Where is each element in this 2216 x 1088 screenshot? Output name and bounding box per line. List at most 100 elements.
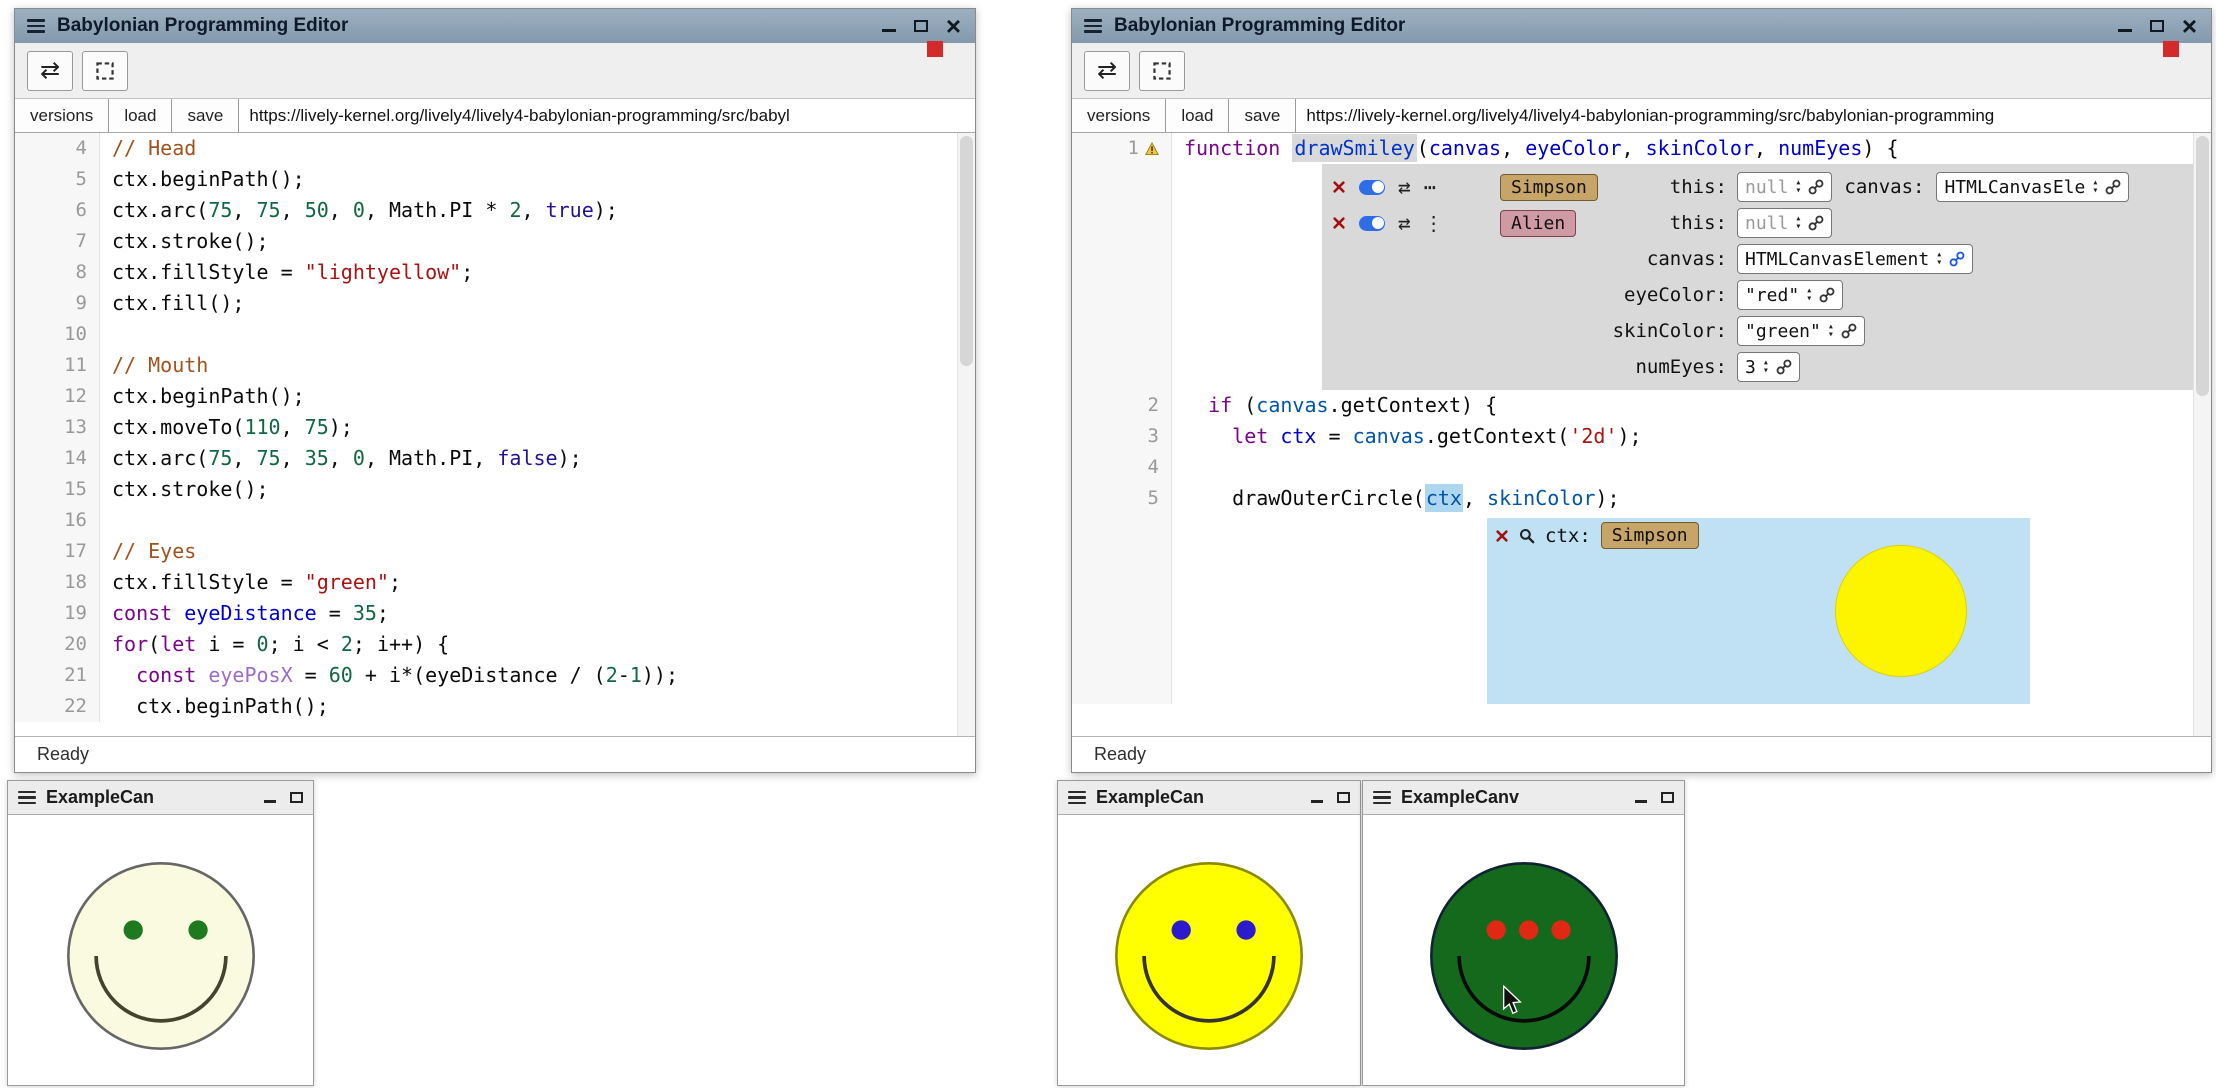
code-text[interactable] <box>100 505 975 536</box>
scrollbar-thumb[interactable] <box>960 136 973 366</box>
vertical-scrollbar[interactable] <box>2193 133 2211 736</box>
code-line[interactable]: 9ctx.fill(); <box>15 288 975 319</box>
code-text[interactable]: function drawSmiley(canvas, eyeColor, sk… <box>1172 133 2211 164</box>
minimize-button[interactable] <box>1311 800 1323 803</box>
window-menu-icon[interactable] <box>18 791 36 805</box>
code-text[interactable]: // Head <box>100 133 975 164</box>
chain-icon[interactable] <box>2105 179 2121 195</box>
stepper-icon[interactable]: ▴▾ <box>1795 215 1801 231</box>
code-text[interactable]: for(let i = 0; i < 2; i++) { <box>100 629 975 660</box>
probe-toggle[interactable] <box>1359 216 1385 231</box>
stepper-icon[interactable]: ▴▾ <box>1936 251 1942 267</box>
code-line[interactable]: 12ctx.beginPath(); <box>15 381 975 412</box>
code-line[interactable]: 8ctx.fillStyle = "lightyellow"; <box>15 257 975 288</box>
minimize-button[interactable] <box>2118 29 2132 32</box>
frame-selection-button[interactable] <box>82 51 128 91</box>
load-button[interactable]: load <box>1166 99 1229 132</box>
probe-swap-icon[interactable]: ⇄ <box>1398 175 1411 199</box>
example-badge-alien[interactable]: Alien <box>1500 210 1576 237</box>
chain-icon[interactable] <box>1776 359 1792 375</box>
code-text[interactable]: ctx.fillStyle = "green"; <box>100 567 975 598</box>
maximize-button[interactable] <box>290 792 303 803</box>
close-button[interactable]: × <box>946 16 961 36</box>
titlebar[interactable]: ExampleCanv <box>1363 781 1684 815</box>
minimize-button[interactable] <box>264 800 276 803</box>
maximize-button[interactable] <box>1661 792 1674 803</box>
code-editor[interactable]: 1function drawSmiley(canvas, eyeColor, s… <box>1072 133 2211 736</box>
stepper-icon[interactable]: ▴▾ <box>1806 287 1812 303</box>
window-menu-icon[interactable] <box>1373 791 1391 805</box>
minimize-button[interactable] <box>882 29 896 32</box>
code-line[interactable]: 14ctx.arc(75, 75, 35, 0, Math.PI, false)… <box>15 443 975 474</box>
code-text[interactable]: drawOuterCircle(ctx, skinColor); <box>1172 483 2211 514</box>
code-line[interactable]: 5 drawOuterCircle(ctx, skinColor); <box>1072 483 2211 514</box>
example-badge-simpson[interactable]: Simpson <box>1500 174 1598 201</box>
canvas-probe-preview[interactable]: ctx: Simpson <box>1487 518 2030 704</box>
code-text[interactable]: // Mouth <box>100 350 975 381</box>
chain-icon-active[interactable] <box>1949 251 1965 267</box>
code-line[interactable]: 15ctx.stroke(); <box>15 474 975 505</box>
code-line[interactable]: 20for(let i = 0; i < 2; i++) { <box>15 629 975 660</box>
swap-probes-button[interactable]: ⇄ <box>1084 51 1130 91</box>
probe-delete-icon[interactable] <box>1332 180 1346 194</box>
vertical-scrollbar[interactable] <box>957 133 975 736</box>
chain-icon[interactable] <box>1819 287 1835 303</box>
code-text[interactable]: let ctx = canvas.getContext('2d'); <box>1172 421 2211 452</box>
code-text[interactable]: const eyeDistance = 35; <box>100 598 975 629</box>
probe-toggle[interactable] <box>1359 180 1385 195</box>
code-line[interactable]: 22 ctx.beginPath(); <box>15 691 975 722</box>
code-line[interactable]: 1function drawSmiley(canvas, eyeColor, s… <box>1072 133 2211 164</box>
load-button[interactable]: load <box>109 99 172 132</box>
probe-value-this[interactable]: null ▴▾ <box>1737 208 1832 238</box>
swap-probes-button[interactable]: ⇄ <box>27 51 73 91</box>
url-input[interactable] <box>239 99 975 132</box>
titlebar[interactable]: Babylonian Programming Editor × <box>15 9 975 43</box>
code-line[interactable]: 3 let ctx = canvas.getContext('2d'); <box>1072 421 2211 452</box>
maximize-button[interactable] <box>1337 792 1350 803</box>
code-line[interactable]: 19const eyeDistance = 35; <box>15 598 975 629</box>
versions-button[interactable]: versions <box>15 99 109 132</box>
chain-icon[interactable] <box>1808 179 1824 195</box>
probe-delete-icon[interactable] <box>1332 216 1346 230</box>
probe-value-this[interactable]: null ▴▾ <box>1737 172 1832 202</box>
chain-icon[interactable] <box>1841 323 1857 339</box>
code-line[interactable]: 11// Mouth <box>15 350 975 381</box>
url-input[interactable] <box>1296 99 2211 132</box>
stepper-icon[interactable]: ▴▾ <box>1795 179 1801 195</box>
close-button[interactable]: × <box>2182 16 2197 36</box>
probe-delete-icon[interactable] <box>1495 529 1509 543</box>
window-menu-icon[interactable] <box>1068 791 1086 805</box>
code-text[interactable]: // Eyes <box>100 536 975 567</box>
titlebar[interactable]: ExampleCan <box>1058 781 1360 815</box>
code-text[interactable]: ctx.arc(75, 75, 50, 0, Math.PI * 2, true… <box>100 195 975 226</box>
probe-value-numeyes[interactable]: 3 ▴▾ <box>1737 352 1800 382</box>
probe-value-eyecolor[interactable]: "red" ▴▾ <box>1737 280 1843 310</box>
maximize-button[interactable] <box>914 20 928 32</box>
titlebar[interactable]: ExampleCan <box>8 781 313 815</box>
code-line[interactable]: 7ctx.stroke(); <box>15 226 975 257</box>
code-line[interactable]: 13ctx.moveTo(110, 75); <box>15 412 975 443</box>
window-menu-icon[interactable] <box>1084 19 1102 33</box>
code-line[interactable]: 4// Head <box>15 133 975 164</box>
save-button[interactable]: save <box>172 99 239 132</box>
code-line[interactable]: 10 <box>15 319 975 350</box>
code-line[interactable]: 17// Eyes <box>15 536 975 567</box>
frame-selection-button[interactable] <box>1139 51 1185 91</box>
code-text[interactable]: const eyePosX = 60 + i*(eyeDistance / (2… <box>100 660 975 691</box>
code-text[interactable] <box>1172 452 2211 483</box>
code-line[interactable]: 4 <box>1072 452 2211 483</box>
save-button[interactable]: save <box>1229 99 1296 132</box>
code-text[interactable]: ctx.stroke(); <box>100 474 975 505</box>
stepper-icon[interactable]: ▴▾ <box>1763 359 1769 375</box>
code-line[interactable]: 2 if (canvas.getContext) { <box>1072 390 2211 421</box>
code-line[interactable]: 18ctx.fillStyle = "green"; <box>15 567 975 598</box>
code-line[interactable]: 6ctx.arc(75, 75, 50, 0, Math.PI * 2, tru… <box>15 195 975 226</box>
code-text[interactable]: ctx.arc(75, 75, 35, 0, Math.PI, false); <box>100 443 975 474</box>
code-text[interactable]: ctx.stroke(); <box>100 226 975 257</box>
versions-button[interactable]: versions <box>1072 99 1166 132</box>
warning-icon[interactable] <box>1145 142 1159 156</box>
code-editor[interactable]: 4// Head5ctx.beginPath();6ctx.arc(75, 75… <box>15 133 975 736</box>
probe-value-canvas[interactable]: HTMLCanvasEle ▴▾ <box>1936 172 2129 202</box>
probe-value-canvas[interactable]: HTMLCanvasElement ▴▾ <box>1737 244 1973 274</box>
code-text[interactable]: ctx.beginPath(); <box>100 381 975 412</box>
